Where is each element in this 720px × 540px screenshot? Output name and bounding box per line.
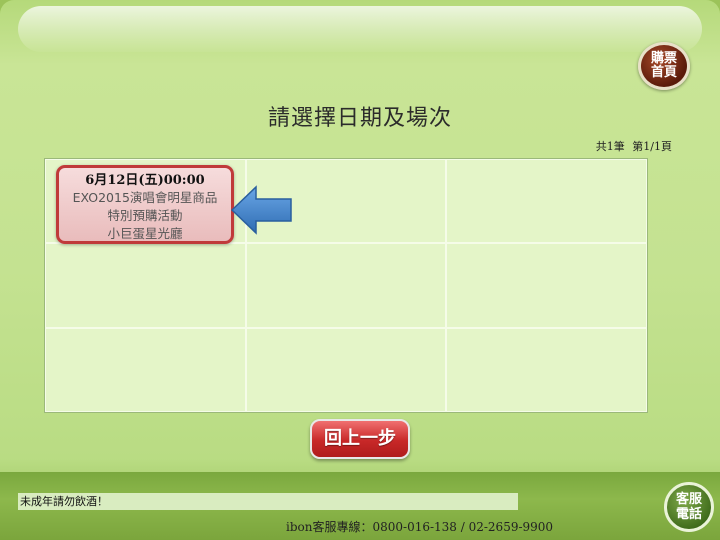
- notice-ticker: 未成年請勿飲酒！: [18, 493, 518, 510]
- record-count: 共1筆: [595, 140, 625, 153]
- grid-cell: [45, 243, 246, 328]
- cs-button-line2: 電話: [675, 507, 702, 522]
- home-button-line2: 首頁: [650, 65, 677, 80]
- customer-service-hotline: ibon客服專線：0800-016-138 / 02-2659-9900: [286, 520, 554, 534]
- back-button[interactable]: 回上一步: [310, 419, 410, 459]
- grid-cell: [245, 327, 447, 412]
- grid-cell: [446, 159, 647, 244]
- session-subtitle: 特別預購活動: [107, 208, 183, 223]
- grid-cell: [446, 327, 647, 412]
- left-arrow-icon: [230, 185, 292, 235]
- session-event: EXO2015演唱會明星商品: [72, 190, 218, 205]
- page-title: 請選擇日期及場次: [267, 106, 452, 131]
- page-number: 第1/1頁: [632, 140, 672, 153]
- ticket-home-button[interactable]: 購票 首頁: [638, 42, 690, 90]
- grid-cell: [446, 243, 647, 328]
- customer-service-button[interactable]: 客服 電話: [664, 482, 714, 532]
- pagination-info: 共1筆 第1/1頁: [560, 138, 672, 154]
- session-venue: 小巨蛋星光廳: [107, 226, 183, 241]
- home-button-line1: 購票: [650, 51, 677, 66]
- grid-cell: [245, 243, 447, 328]
- grid-cell: [45, 327, 246, 412]
- session-button[interactable]: 6月12日(五)00:00 EXO2015演唱會明星商品 特別預購活動 小巨蛋星…: [56, 165, 234, 244]
- session-date: 6月12日(五)00:00: [85, 173, 205, 188]
- top-gloss: [18, 6, 702, 52]
- cs-button-line1: 客服: [675, 492, 702, 507]
